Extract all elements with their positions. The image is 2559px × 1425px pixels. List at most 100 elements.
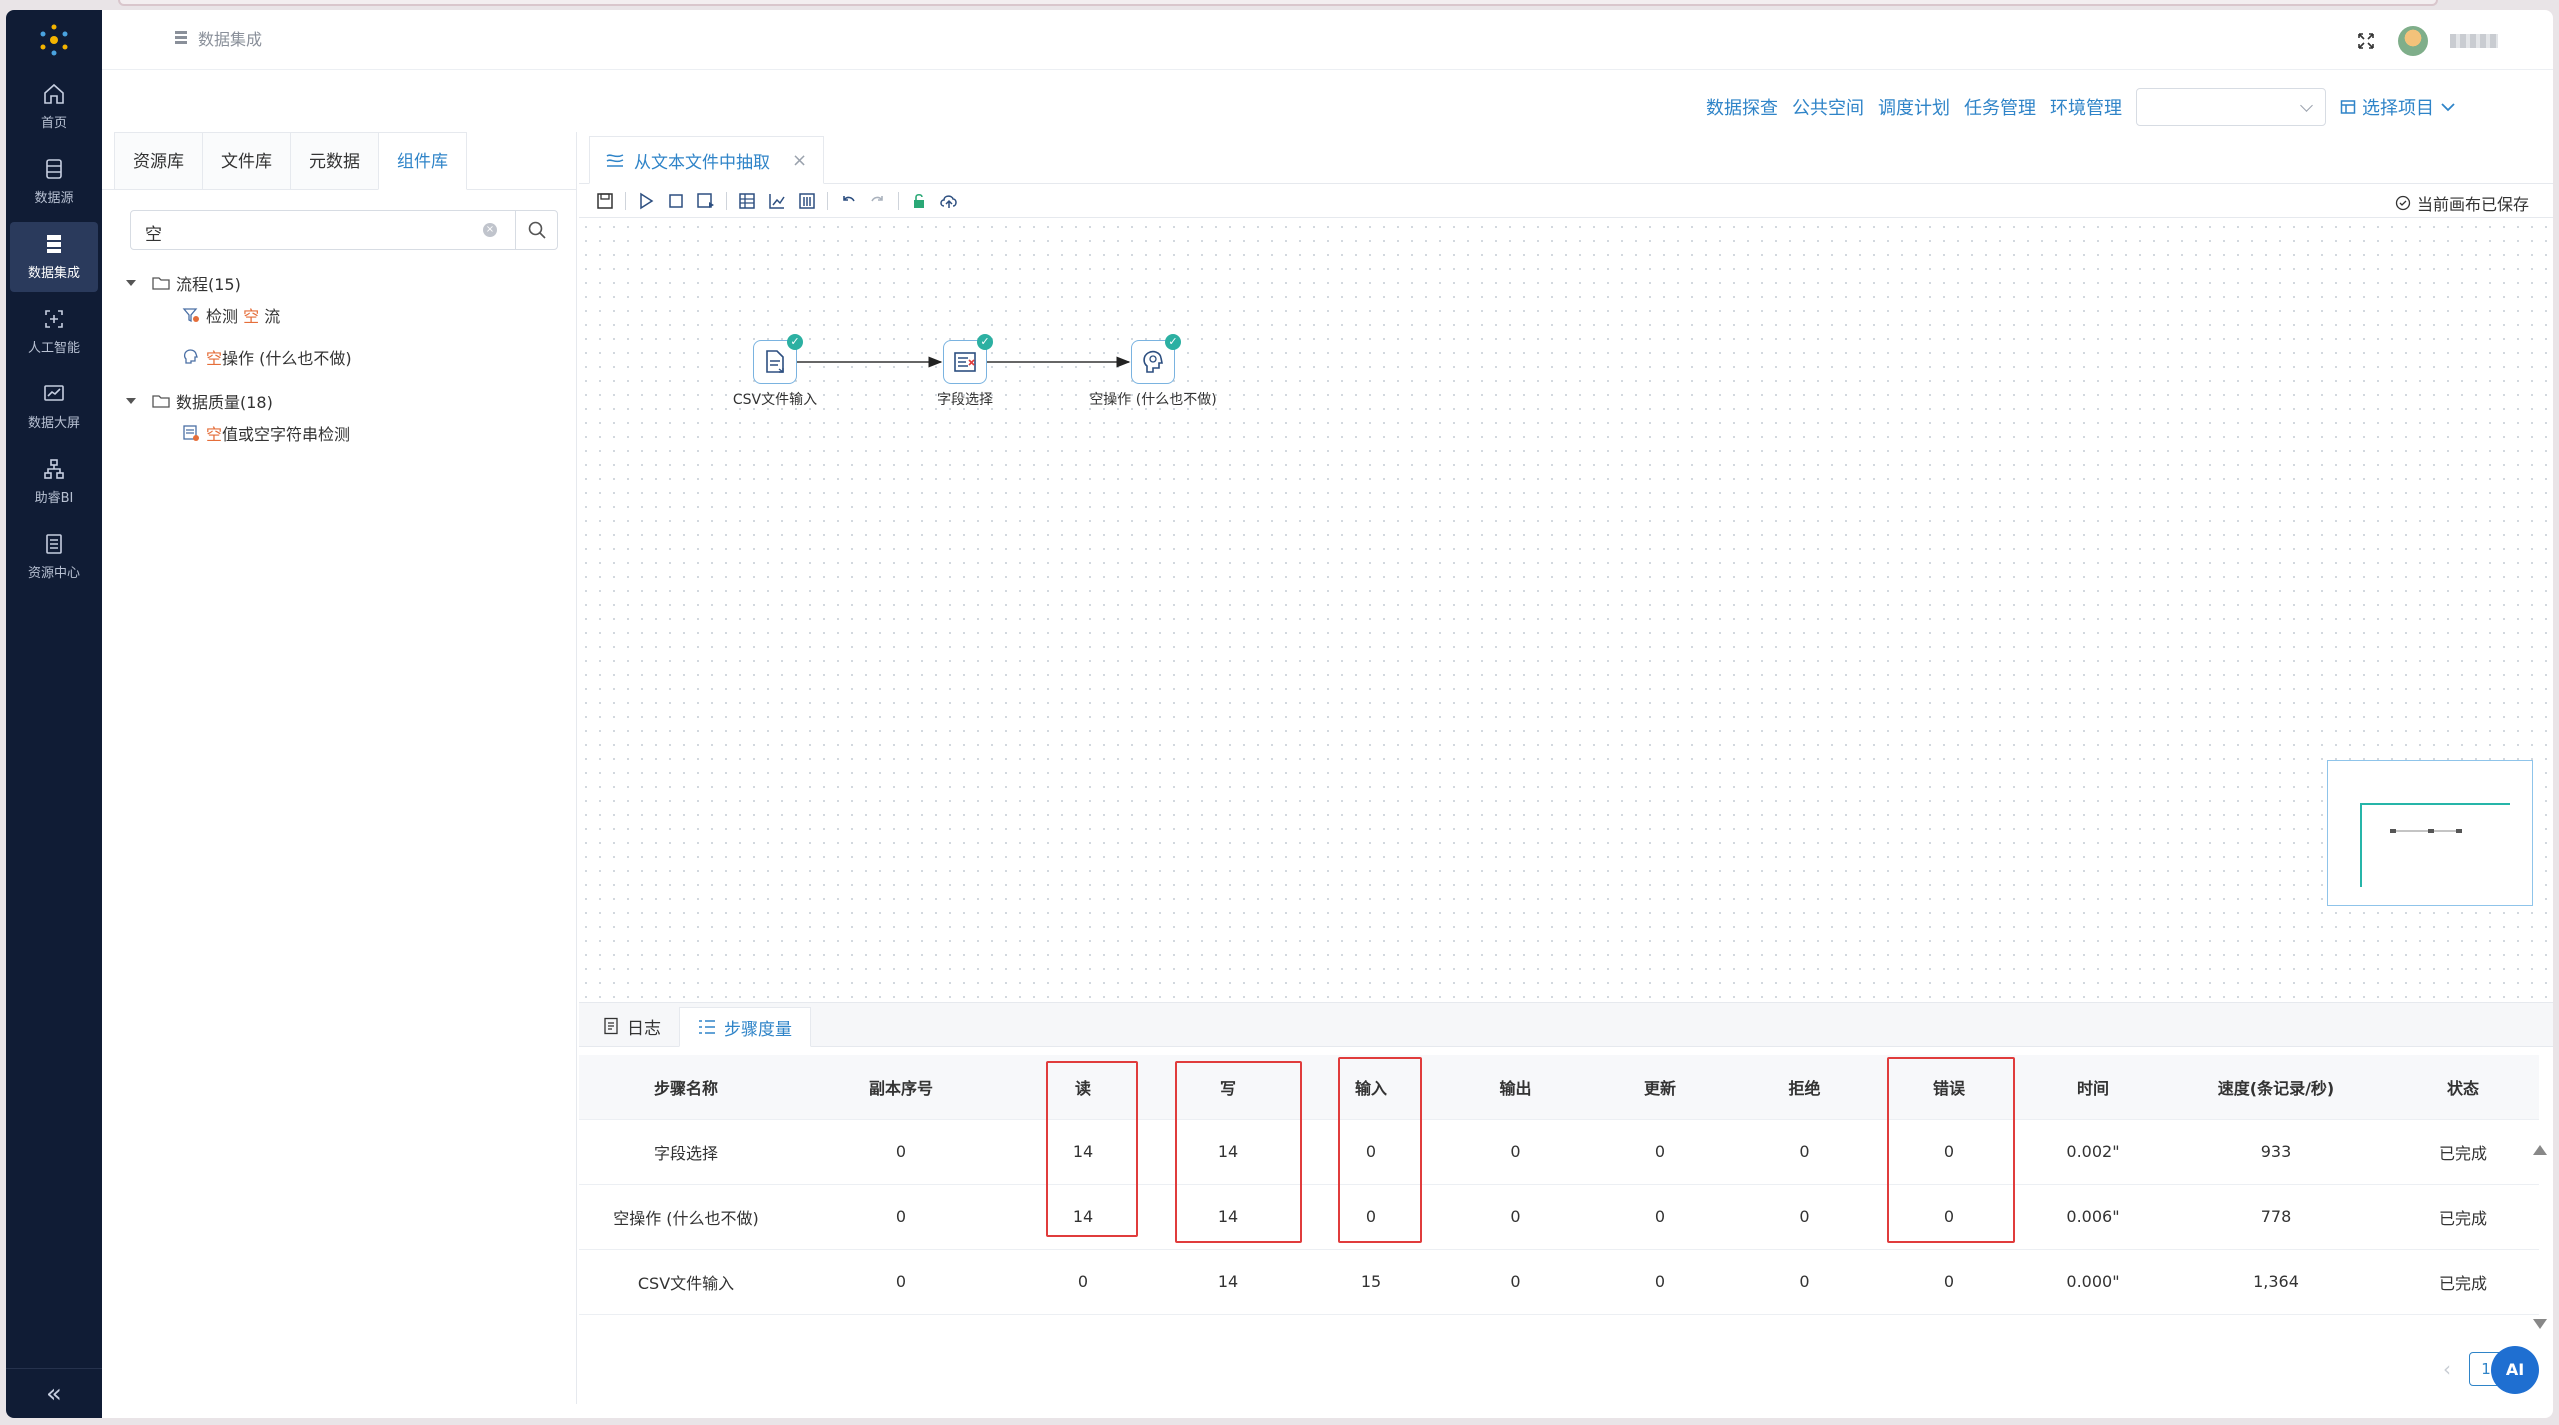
grid-icon[interactable]	[737, 191, 757, 211]
editor-tabs: 从文本文件中抽取 ×	[579, 132, 2553, 184]
table-row[interactable]: 字段选择 0 14 14 0 0 0 0 0 0.002" 933 已完成	[579, 1119, 2539, 1185]
column-header[interactable]: 时间	[2021, 1055, 2165, 1120]
choose-project-button[interactable]: 选择项目	[2340, 94, 2456, 120]
chart-icon[interactable]	[767, 191, 787, 211]
run-icon[interactable]	[636, 191, 656, 211]
stop-icon[interactable]	[666, 191, 686, 211]
step-node-dummy[interactable]: ✓	[1131, 334, 1181, 384]
column-header[interactable]: 速度(条记录/秒)	[2165, 1055, 2387, 1120]
tab-metadata[interactable]: 元数据	[290, 132, 379, 189]
step-node-csv-input[interactable]: ✓	[753, 334, 803, 384]
prev-page-icon[interactable]: ‹	[2443, 1357, 2451, 1381]
quality-check-icon	[183, 425, 199, 441]
menu-public-space[interactable]: 公共空间	[1792, 94, 1864, 120]
editor-toolbar: 当前画布已保存	[579, 184, 2553, 218]
menu-environment-management[interactable]: 环境管理	[2050, 94, 2122, 120]
cell-step-name: 字段选择	[579, 1119, 793, 1185]
fullscreen-icon[interactable]	[2356, 31, 2376, 51]
tree-item-dummy[interactable]: 空操作 (什么也不做)	[182, 344, 352, 370]
save-icon[interactable]	[595, 191, 615, 211]
preview-icon[interactable]	[696, 191, 716, 211]
tree-folder-process[interactable]: 流程(15)	[126, 270, 241, 296]
close-icon[interactable]: ×	[792, 150, 807, 171]
column-header[interactable]: 状态	[2387, 1055, 2539, 1120]
cell-written: 14	[1157, 1184, 1299, 1250]
flow-canvas[interactable]: ✓ CSV文件输入 ✓ 字段选择 ✓ 空操作 (什么也不做)	[579, 220, 2553, 1002]
column-header[interactable]: 步骤名称	[579, 1055, 793, 1120]
component-panel: 资源库 文件库 元数据 组件库 空 × 流程(15) 检测 空 流 空操作 (什…	[102, 132, 577, 1404]
upload-cloud-icon[interactable]	[939, 191, 959, 211]
search-button[interactable]	[515, 211, 557, 249]
menu-task-management[interactable]: 任务管理	[1964, 94, 2036, 120]
sidebar-item-ai[interactable]: 人工智能	[6, 297, 102, 367]
tab-log[interactable]: 日志	[585, 1006, 679, 1046]
tab-extract-from-text-file[interactable]: 从文本文件中抽取 ×	[589, 136, 825, 184]
tab-file-library[interactable]: 文件库	[202, 132, 291, 189]
clear-icon[interactable]: ×	[483, 223, 497, 237]
tab-step-metrics[interactable]: 步骤度量	[679, 1007, 811, 1047]
cell-errors: 0	[1877, 1184, 2021, 1250]
tree-folder-label: 流程(15)	[176, 275, 241, 294]
username-blurred[interactable]	[2450, 34, 2498, 48]
canvas-minimap[interactable]	[2327, 760, 2533, 906]
sidebar-item-datasource[interactable]: 数据源	[6, 147, 102, 217]
flow-editor: 从文本文件中抽取 × 当前画布已保存 ✓ CSV文件输入 ✓ 字段选择 ✓ 空操…	[579, 132, 2553, 1002]
tab-repository[interactable]: 资源库	[114, 132, 203, 189]
tab-component-library[interactable]: 组件库	[378, 132, 467, 190]
cell-speed: 778	[2165, 1184, 2387, 1250]
caret-down-icon[interactable]	[126, 280, 136, 286]
scroll-up-arrow-icon[interactable]	[2533, 1145, 2547, 1155]
step-node-field-select[interactable]: ✓	[943, 334, 993, 384]
menu-schedule-plan[interactable]: 调度计划	[1878, 94, 1950, 120]
sidebar-item-resource-center[interactable]: 资源中心	[6, 522, 102, 592]
cell-written: 14	[1157, 1249, 1299, 1315]
sidebar-item-data-integration[interactable]: 数据集成	[10, 222, 98, 292]
lock-icon[interactable]	[909, 191, 929, 211]
tree-folder-data-quality[interactable]: 数据质量(18)	[126, 388, 273, 414]
cell-read: 14	[1009, 1184, 1157, 1250]
app-logo-icon	[40, 24, 68, 56]
tab-title: 从文本文件中抽取	[634, 152, 770, 173]
tree-item-label: 空值或空字符串检测	[206, 425, 351, 444]
tree-item-empty-string-check[interactable]: 空值或空字符串检测	[182, 420, 350, 446]
column-header[interactable]: 错误	[1877, 1055, 2021, 1120]
sidebar: 首页 数据源 数据集成 人工智能 数据大屏 助睿BI 资源中心 «	[6, 10, 102, 1418]
check-circle-icon	[2395, 195, 2411, 211]
menu-data-explore[interactable]: 数据探查	[1706, 94, 1778, 120]
column-header[interactable]: 写	[1157, 1055, 1299, 1120]
scroll-down-arrow-icon[interactable]	[2533, 1319, 2547, 1329]
avatar[interactable]	[2398, 26, 2428, 56]
column-header[interactable]: 输出	[1443, 1055, 1588, 1120]
save-status-text: 当前画布已保存	[2416, 195, 2529, 214]
caret-down-icon[interactable]	[126, 398, 136, 404]
table-row[interactable]: 空操作 (什么也不做) 0 14 14 0 0 0 0 0 0.006" 778…	[579, 1184, 2539, 1250]
table-icon[interactable]	[797, 191, 817, 211]
redo-icon[interactable]	[868, 191, 888, 211]
table-row[interactable]: CSV文件输入 0 0 14 15 0 0 0 0 0.000" 1,364 已…	[579, 1249, 2539, 1315]
column-header[interactable]: 更新	[1588, 1055, 1732, 1120]
window-top-edge	[118, 0, 2438, 6]
cell-updated: 0	[1588, 1119, 1732, 1185]
metrics-list-icon	[699, 1020, 715, 1034]
sidebar-item-label: 数据集成	[27, 266, 80, 281]
chevron-down-icon	[2441, 103, 2455, 112]
project-select[interactable]	[2136, 88, 2326, 126]
column-header[interactable]: 拒绝	[1732, 1055, 1877, 1120]
sidebar-item-bi[interactable]: 助睿BI	[6, 447, 102, 517]
success-check-icon: ✓	[1165, 334, 1181, 350]
column-header[interactable]: 输入	[1299, 1055, 1443, 1120]
column-header[interactable]: 副本序号	[793, 1055, 1009, 1120]
tree-item-detect-empty-stream[interactable]: 检测 空 流	[182, 302, 280, 328]
sidebar-item-label: 数据大屏	[27, 416, 80, 431]
search-input[interactable]: 空	[145, 220, 162, 245]
sidebar-item-dashboard[interactable]: 数据大屏	[6, 372, 102, 442]
collapse-sidebar-button[interactable]: «	[6, 1368, 102, 1418]
ai-assistant-button[interactable]: AI	[2491, 1346, 2539, 1394]
column-header[interactable]: 读	[1009, 1055, 1157, 1120]
cell-time: 0.006"	[2021, 1184, 2165, 1250]
success-check-icon: ✓	[977, 334, 993, 350]
component-search[interactable]: 空 ×	[130, 210, 558, 250]
toolbar-divider	[827, 191, 828, 210]
sidebar-item-home[interactable]: 首页	[6, 72, 102, 142]
undo-icon[interactable]	[838, 191, 858, 211]
